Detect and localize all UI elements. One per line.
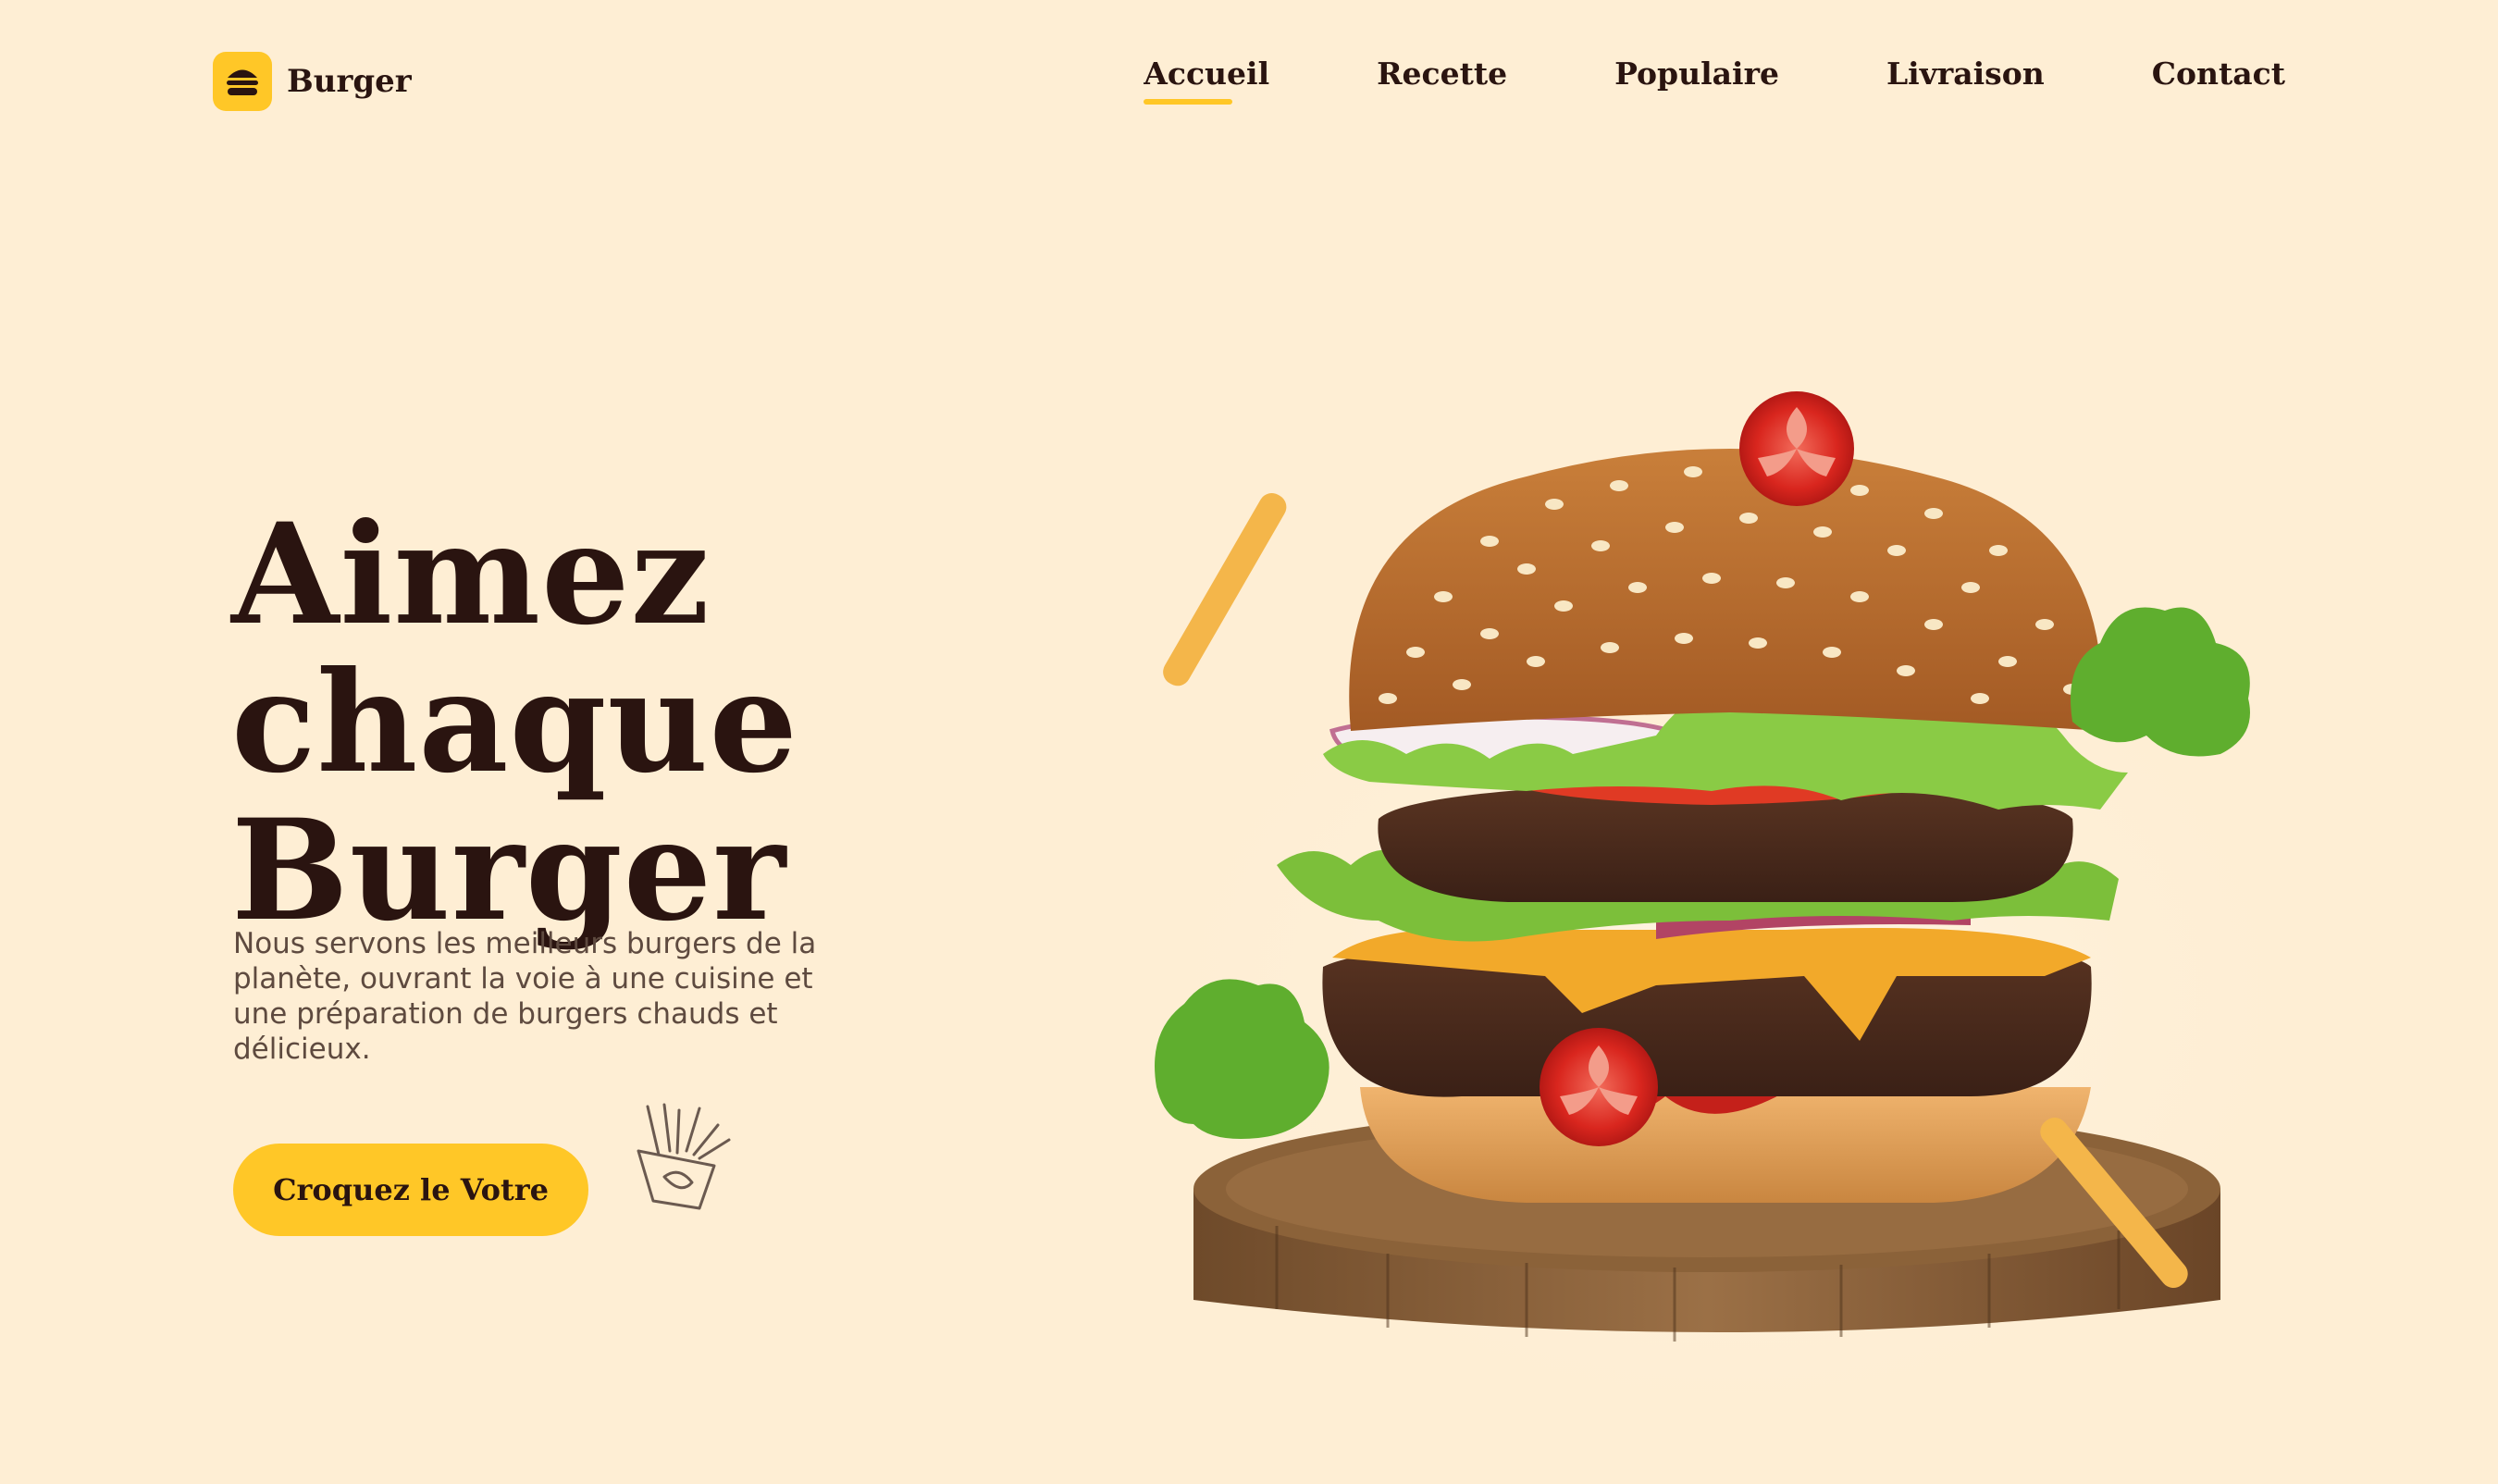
hero-title: Aimez chaque Burger — [231, 501, 971, 945]
hero-title-line: chaque — [231, 640, 798, 804]
nav-item-populaire[interactable]: Populaire — [1614, 56, 1779, 105]
site-header: Burger Accueil Recette Populaire Livrais… — [0, 0, 2498, 157]
nav-item-accueil[interactable]: Accueil — [1144, 56, 1269, 105]
hero-description: Nous servons les meilleurs burgers de la… — [233, 927, 817, 1066]
nav-item-recette[interactable]: Recette — [1377, 56, 1507, 105]
croquez-button[interactable]: Croquez le Votre — [233, 1144, 588, 1236]
nav-item-contact[interactable]: Contact — [2152, 56, 2285, 105]
burger-image — [1138, 365, 2322, 1392]
hero-title-line: Burger — [231, 788, 787, 952]
burger-icon — [213, 52, 272, 111]
nav-item-livraison[interactable]: Livraison — [1886, 56, 2045, 105]
brand-logo[interactable]: Burger — [213, 52, 412, 111]
brand-name: Burger — [287, 63, 412, 100]
hero-title-line: Aimez — [231, 492, 711, 656]
main-nav: Accueil Recette Populaire Livraison Cont… — [1036, 56, 2285, 105]
fries-icon — [622, 1097, 742, 1218]
